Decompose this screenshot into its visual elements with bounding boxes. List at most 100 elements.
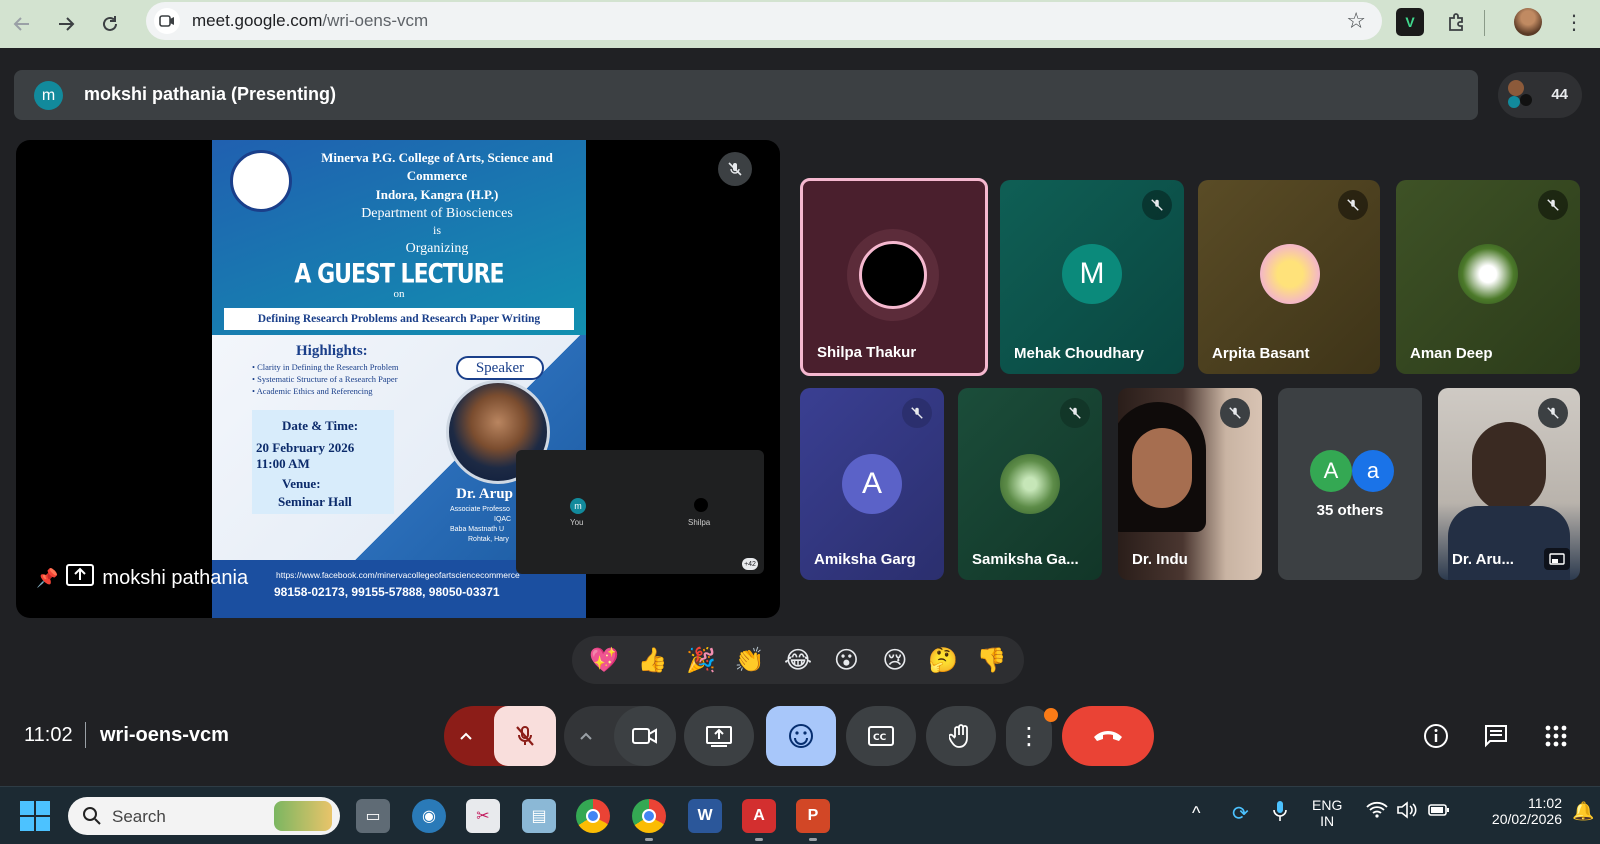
tray-overflow-chevron-icon[interactable]: ^ xyxy=(1192,803,1200,824)
participant-name: Samiksha Ga... xyxy=(972,551,1079,568)
department: Department of Biosciences xyxy=(361,206,513,221)
forward-icon[interactable] xyxy=(50,8,82,40)
reload-icon[interactable] xyxy=(94,8,126,40)
present-screen-icon xyxy=(706,726,732,747)
participant-video-tile[interactable]: Dr. Indu xyxy=(1118,388,1262,580)
pin-icon[interactable]: 📌 xyxy=(36,568,58,589)
mic-toggle-button[interactable] xyxy=(494,706,556,766)
reaction-clap-button[interactable]: 👏 xyxy=(730,640,770,680)
participant-avatar xyxy=(859,241,927,309)
participant-tile[interactable]: Shilpa Thakur xyxy=(800,178,988,376)
reaction-thinking-button[interactable]: 🤔 xyxy=(923,640,963,680)
raise-hand-icon xyxy=(949,724,968,748)
reaction-thumbs-down-button[interactable]: 👎 xyxy=(972,640,1012,680)
taskbar-search-input[interactable]: Search xyxy=(68,797,340,835)
notification-dot xyxy=(1044,708,1058,722)
participant-avatar xyxy=(1458,244,1518,304)
url-text: meet.google.com/wri-oens-vcm xyxy=(192,11,429,30)
windows-start-icon[interactable] xyxy=(20,801,50,831)
wifi-icon[interactable] xyxy=(1366,801,1388,822)
participant-tile[interactable]: A Amiksha Garg xyxy=(800,388,944,580)
participant-avatar xyxy=(1000,454,1060,514)
venue: Seminar Hall xyxy=(278,494,352,509)
reactions-button[interactable] xyxy=(766,706,836,766)
chat-icon xyxy=(1485,725,1507,748)
venue-label: Venue: xyxy=(282,476,321,491)
chrome-profile-icon[interactable] xyxy=(632,799,666,833)
language-code: ENG xyxy=(1312,797,1343,813)
profile-avatar[interactable] xyxy=(1514,8,1542,36)
bookmark-star-icon[interactable]: ☆ xyxy=(1346,8,1366,34)
system-clock[interactable]: 11:02 20/02/2026 xyxy=(1466,795,1562,827)
video-options-chevron-icon[interactable] xyxy=(574,724,598,748)
extension-icon[interactable]: V xyxy=(1396,8,1424,36)
battery-icon[interactable] xyxy=(1428,803,1450,820)
reaction-laugh-button[interactable]: 😂 xyxy=(778,640,818,680)
slide-is: is xyxy=(432,223,441,237)
participant-tile[interactable]: M Mehak Choudhary xyxy=(1000,180,1184,374)
more-options-button[interactable]: ⋮ xyxy=(1006,706,1058,766)
chat-button[interactable] xyxy=(1476,716,1516,756)
meeting-details-button[interactable] xyxy=(1416,716,1456,756)
present-screen-button[interactable] xyxy=(684,706,754,766)
sync-icon[interactable]: ⟳ xyxy=(1232,801,1249,826)
others-tile[interactable]: A a 35 others xyxy=(1278,388,1422,580)
mic-off-icon xyxy=(1060,398,1090,428)
microphone-icon[interactable] xyxy=(1272,799,1288,826)
participant-avatar: A xyxy=(842,454,902,514)
word-icon[interactable]: W xyxy=(688,799,722,833)
raise-hand-button[interactable] xyxy=(926,706,996,766)
app-icon[interactable]: ▤ xyxy=(522,799,556,833)
language-indicator[interactable]: ENG IN xyxy=(1312,797,1342,829)
college-location: Indora, Kangra (H.P.) xyxy=(375,187,499,202)
clock-time: 11:02 xyxy=(1528,795,1562,811)
reaction-sparkling-heart-button[interactable]: 💖 xyxy=(584,640,624,680)
browser-menu-icon[interactable]: ⋮ xyxy=(1560,8,1588,36)
participant-tile[interactable]: Samiksha Ga... xyxy=(958,388,1102,580)
reaction-thumbs-up-button[interactable]: 👍 xyxy=(633,640,673,680)
closed-captions-icon: CC xyxy=(868,726,894,746)
mic-off-icon xyxy=(1538,190,1568,220)
smiley-icon xyxy=(789,724,813,748)
stage-presenter-label: 📌 mokshi pathania xyxy=(36,564,248,592)
mic-off-icon xyxy=(516,726,534,746)
camera-toggle-button[interactable] xyxy=(614,706,676,766)
more-participants-count: +42 xyxy=(742,558,758,570)
notifications-icon[interactable]: 🔔 xyxy=(1572,801,1594,822)
reaction-surprised-button[interactable]: 😮 xyxy=(826,640,866,680)
participant-tile[interactable]: Aman Deep xyxy=(1396,180,1580,374)
people-button[interactable]: 44 xyxy=(1498,72,1582,118)
picture-in-picture-icon[interactable] xyxy=(1544,548,1570,570)
self-view-tile[interactable]: m You Shilpa +42 xyxy=(516,450,764,574)
mic-off-icon xyxy=(1338,190,1368,220)
extensions-puzzle-icon[interactable] xyxy=(1442,8,1470,36)
captions-button[interactable]: CC xyxy=(846,706,916,766)
clock-divider xyxy=(85,722,86,748)
presenting-title: mokshi pathania (Presenting) xyxy=(84,84,337,104)
participant-tile[interactable]: Arpita Basant xyxy=(1198,180,1380,374)
participant-name: Aman Deep xyxy=(1410,345,1493,362)
reaction-cry-button[interactable]: 😢 xyxy=(875,640,915,680)
powerpoint-icon[interactable]: P xyxy=(796,799,830,833)
task-view-icon[interactable]: ▭ xyxy=(356,799,390,833)
snipping-tool-icon[interactable]: ✂ xyxy=(466,799,500,833)
leave-call-button[interactable] xyxy=(1062,706,1154,766)
reaction-party-button[interactable]: 🎉 xyxy=(681,640,721,680)
audio-options-chevron-icon[interactable] xyxy=(454,724,478,748)
apps-grid-icon xyxy=(1545,725,1567,747)
back-icon[interactable] xyxy=(6,8,38,40)
site-settings-icon[interactable] xyxy=(154,8,180,34)
participant-video-face xyxy=(1472,422,1546,512)
svg-text:CC: CC xyxy=(873,733,887,743)
address-bar[interactable]: meet.google.com/wri-oens-vcm ☆ xyxy=(146,2,1382,40)
speaker-tag: Speaker xyxy=(456,356,544,380)
app-icon[interactable]: ◉ xyxy=(412,799,446,833)
volume-icon[interactable] xyxy=(1396,801,1418,822)
participant-video-face xyxy=(1132,428,1192,508)
activities-button[interactable] xyxy=(1536,716,1576,756)
acrobat-icon[interactable]: A xyxy=(742,799,776,833)
participant-video-tile[interactable]: Dr. Aru... xyxy=(1438,388,1580,580)
info-icon xyxy=(1424,724,1448,748)
chrome-icon[interactable] xyxy=(576,799,610,833)
self-avatar: m xyxy=(570,498,586,514)
